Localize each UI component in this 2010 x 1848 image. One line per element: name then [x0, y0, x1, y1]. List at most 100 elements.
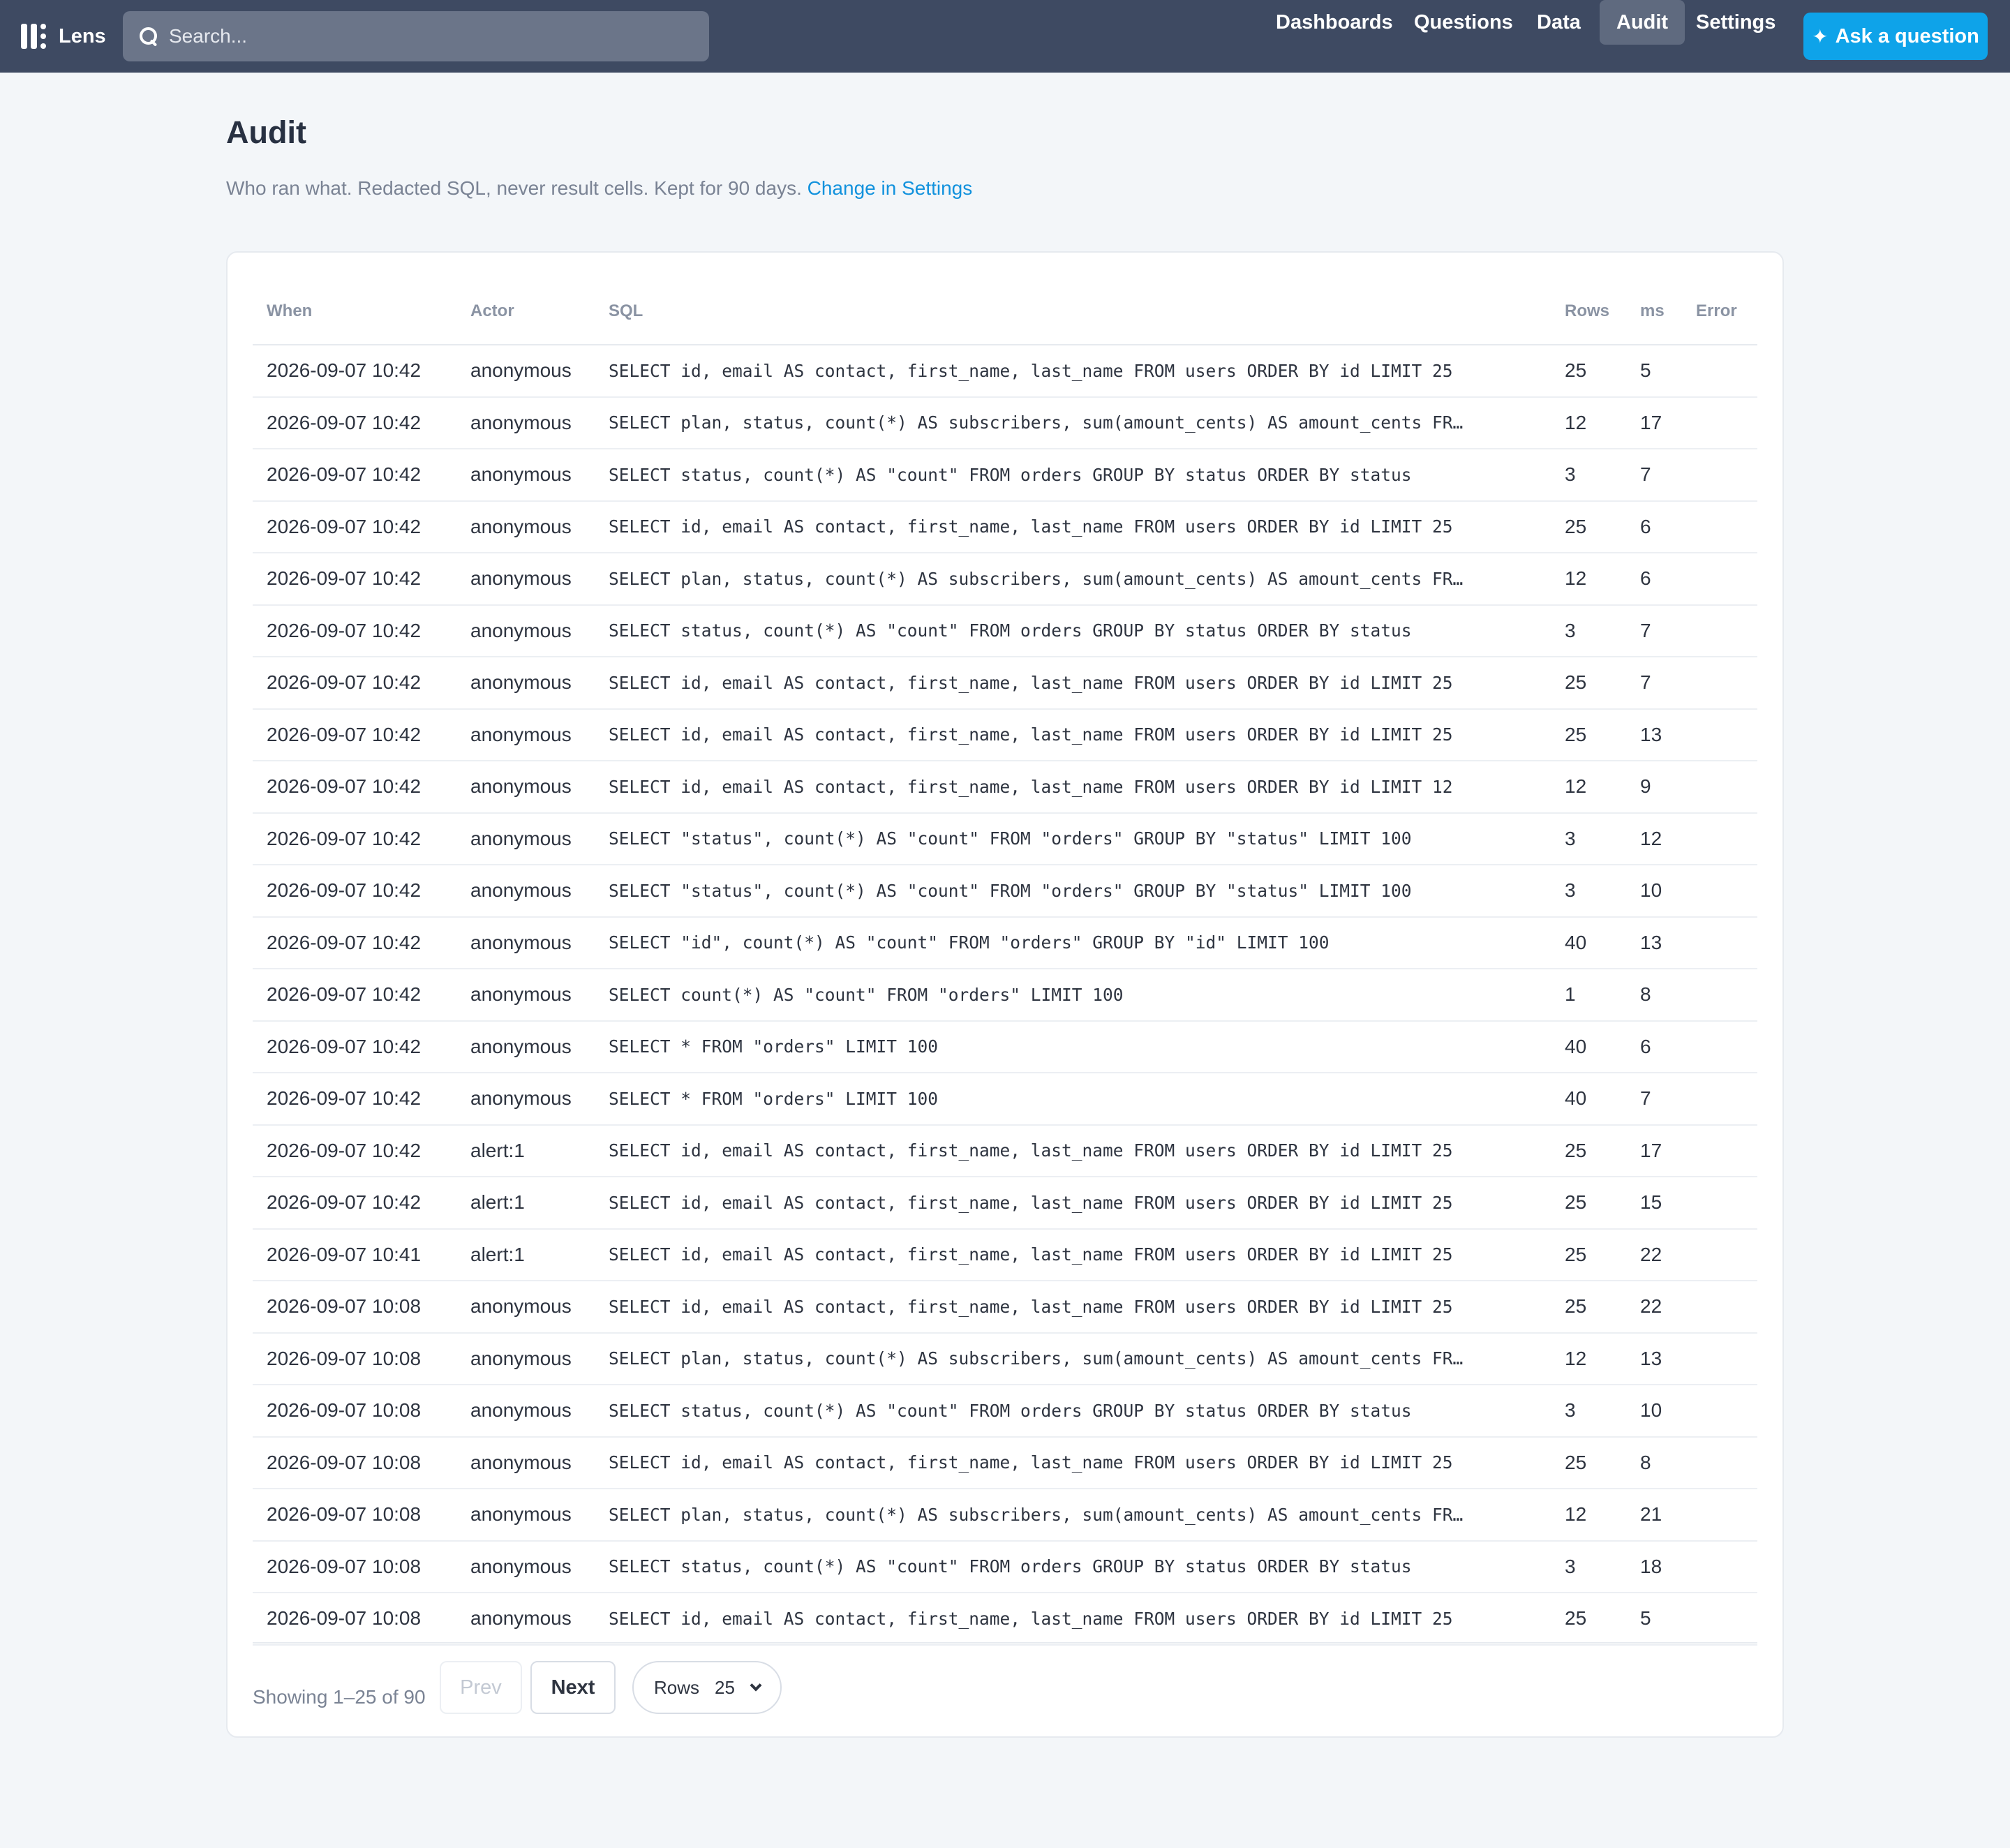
cell-actor: anonymous: [456, 969, 595, 1022]
cell-when: 2026-09-07 10:42: [253, 345, 456, 398]
prev-page-button[interactable]: Prev: [440, 1661, 522, 1714]
cell-sql: SELECT "id", count(*) AS "count" FROM "o…: [595, 916, 1551, 969]
cell-when: 2026-09-07 10:42: [253, 396, 456, 449]
cell-when: 2026-09-07 10:42: [253, 500, 456, 553]
table-row[interactable]: 2026-09-07 10:08 anonymous SELECT status, …: [253, 1385, 1757, 1438]
cell-when: 2026-09-07 10:42: [253, 916, 456, 969]
ask-question-label: Ask a question: [1835, 24, 1979, 47]
cell-error: [1682, 865, 1757, 918]
cell-error: [1682, 1540, 1757, 1593]
subtitle-text: Who ran what. Redacted SQL, never result…: [226, 177, 802, 199]
table-row[interactable]: 2026-09-07 10:42 anonymous SELECT * FROM "…: [253, 1020, 1757, 1073]
rows-per-page-select[interactable]: Rows 25: [632, 1661, 782, 1714]
cell-error: [1682, 1436, 1757, 1489]
table-row[interactable]: 2026-09-07 10:08 anonymous SELECT id, emai…: [253, 1436, 1757, 1489]
cell-actor: alert:1: [456, 1228, 595, 1281]
cell-ms: 5: [1626, 1593, 1682, 1646]
cell-actor: anonymous: [456, 812, 595, 865]
audit-table-card: When Actor SQL Rows ms Error 2026-09-07 …: [226, 251, 1784, 1738]
cell-sql: SELECT plan, status, count(*) AS subscri…: [595, 1332, 1551, 1385]
cell-error: [1682, 657, 1757, 710]
table-row[interactable]: 2026-09-07 10:42 anonymous SELECT id, emai…: [253, 657, 1757, 710]
cell-ms: 18: [1626, 1540, 1682, 1593]
cell-ms: 5: [1626, 345, 1682, 398]
cell-error: [1682, 500, 1757, 553]
table-row[interactable]: 2026-09-07 10:08 anonymous SELECT plan, st…: [253, 1489, 1757, 1542]
cell-rows: 40: [1551, 916, 1626, 969]
cell-actor: anonymous: [456, 500, 595, 553]
lens-logo-icon: [21, 22, 49, 50]
nav-questions[interactable]: Questions: [1397, 0, 1530, 45]
cell-error: [1682, 1177, 1757, 1230]
cell-actor: anonymous: [456, 449, 595, 502]
cell-ms: 7: [1626, 604, 1682, 657]
search-bar[interactable]: [123, 11, 709, 61]
search-input[interactable]: [169, 25, 699, 47]
cell-when: 2026-09-07 10:42: [253, 553, 456, 606]
change-in-settings-link[interactable]: Change in Settings: [807, 177, 973, 199]
page-subtitle: Who ran what. Redacted SQL, never result…: [226, 177, 972, 200]
table-row[interactable]: 2026-09-07 10:08 anonymous SELECT plan, st…: [253, 1332, 1757, 1385]
nav-settings[interactable]: Settings: [1679, 0, 1792, 45]
cell-ms: 10: [1626, 865, 1682, 918]
cell-error: [1682, 449, 1757, 502]
column-header-sql: SQL: [595, 278, 1551, 345]
cell-when: 2026-09-07 10:41: [253, 1228, 456, 1281]
table-row[interactable]: 2026-09-07 10:42 anonymous SELECT id, emai…: [253, 345, 1757, 398]
table-row[interactable]: 2026-09-07 10:42 anonymous SELECT status, …: [253, 449, 1757, 502]
cell-error: [1682, 1385, 1757, 1438]
cell-actor: anonymous: [456, 1489, 595, 1542]
table-row[interactable]: 2026-09-07 10:42 anonymous SELECT id, emai…: [253, 708, 1757, 761]
cell-error: [1682, 1228, 1757, 1281]
table-row[interactable]: 2026-09-07 10:42 anonymous SELECT id, emai…: [253, 761, 1757, 814]
cell-rows: 3: [1551, 449, 1626, 502]
cell-actor: anonymous: [456, 1385, 595, 1438]
table-row[interactable]: 2026-09-07 10:42 alert:1 SELECT id, email …: [253, 1177, 1757, 1230]
app-logo[interactable]: Lens: [21, 21, 106, 52]
table-row[interactable]: 2026-09-07 10:08 anonymous SELECT id, emai…: [253, 1593, 1757, 1646]
cell-sql: SELECT id, email AS contact, first_name,…: [595, 1281, 1551, 1334]
column-header-when: When: [253, 278, 456, 345]
cell-rows: 40: [1551, 1020, 1626, 1073]
cell-actor: anonymous: [456, 916, 595, 969]
table-row[interactable]: 2026-09-07 10:08 anonymous SELECT status, …: [253, 1540, 1757, 1593]
nav-audit[interactable]: Audit: [1600, 0, 1685, 45]
cell-ms: 6: [1626, 500, 1682, 553]
cell-actor: alert:1: [456, 1177, 595, 1230]
cell-when: 2026-09-07 10:08: [253, 1332, 456, 1385]
cell-error: [1682, 761, 1757, 814]
cell-error: [1682, 396, 1757, 449]
table-row[interactable]: 2026-09-07 10:42 anonymous SELECT plan, st…: [253, 396, 1757, 449]
cell-actor: alert:1: [456, 1124, 595, 1177]
next-page-button[interactable]: Next: [530, 1661, 616, 1714]
cell-rows: 25: [1551, 500, 1626, 553]
cell-actor: anonymous: [456, 604, 595, 657]
table-row[interactable]: 2026-09-07 10:42 anonymous SELECT plan, st…: [253, 553, 1757, 606]
cell-error: [1682, 1020, 1757, 1073]
table-row[interactable]: 2026-09-07 10:42 anonymous SELECT * FROM "…: [253, 1073, 1757, 1126]
cell-rows: 3: [1551, 1385, 1626, 1438]
table-row[interactable]: 2026-09-07 10:42 anonymous SELECT "status"…: [253, 865, 1757, 918]
ask-question-button[interactable]: ✦ Ask a question: [1803, 13, 1988, 60]
table-row[interactable]: 2026-09-07 10:08 anonymous SELECT id, emai…: [253, 1281, 1757, 1334]
table-row[interactable]: 2026-09-07 10:42 anonymous SELECT id, emai…: [253, 500, 1757, 553]
table-row[interactable]: 2026-09-07 10:42 anonymous SELECT count(*)…: [253, 969, 1757, 1022]
table-row[interactable]: 2026-09-07 10:42 anonymous SELECT "status"…: [253, 812, 1757, 865]
nav-dashboards[interactable]: Dashboards: [1259, 0, 1410, 45]
cell-rows: 12: [1551, 396, 1626, 449]
cell-actor: anonymous: [456, 1540, 595, 1593]
table-row[interactable]: 2026-09-07 10:42 anonymous SELECT status, …: [253, 604, 1757, 657]
cell-actor: anonymous: [456, 1073, 595, 1126]
table-row[interactable]: 2026-09-07 10:42 alert:1 SELECT id, email …: [253, 1124, 1757, 1177]
cell-error: [1682, 1073, 1757, 1126]
cell-when: 2026-09-07 10:42: [253, 1177, 456, 1230]
nav-data[interactable]: Data: [1520, 0, 1598, 45]
cell-sql: SELECT "status", count(*) AS "count" FRO…: [595, 812, 1551, 865]
cell-error: [1682, 812, 1757, 865]
table-row[interactable]: 2026-09-07 10:41 alert:1 SELECT id, email …: [253, 1228, 1757, 1281]
table-row[interactable]: 2026-09-07 10:42 anonymous SELECT "id", co…: [253, 916, 1757, 969]
cell-when: 2026-09-07 10:42: [253, 1073, 456, 1126]
cell-actor: anonymous: [456, 345, 595, 398]
cell-sql: SELECT plan, status, count(*) AS subscri…: [595, 1489, 1551, 1542]
cell-when: 2026-09-07 10:08: [253, 1540, 456, 1593]
